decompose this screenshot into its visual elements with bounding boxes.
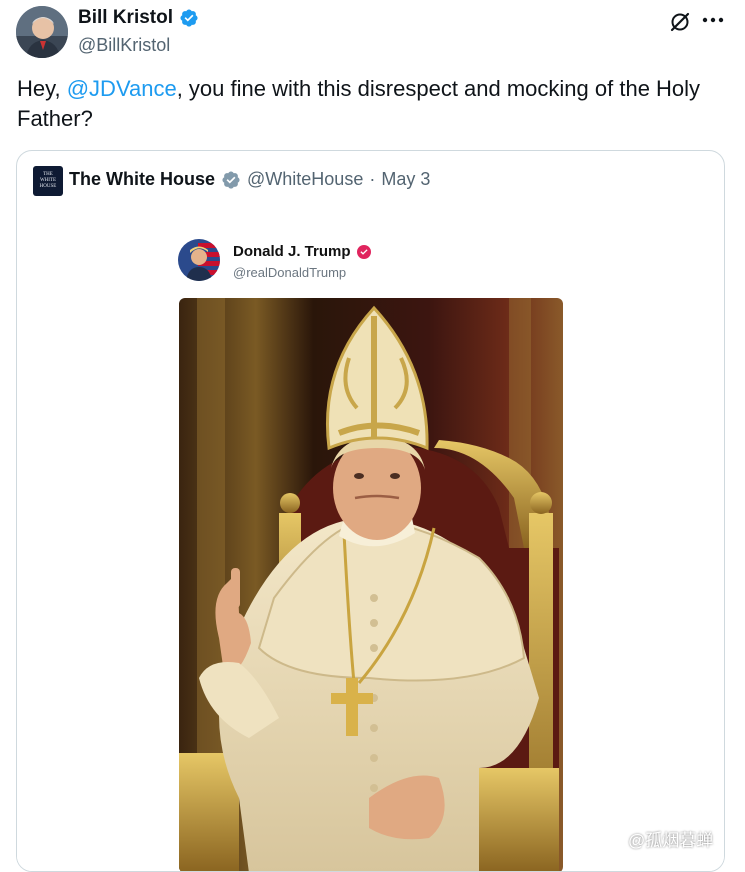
grok-icon[interactable] [668,10,692,34]
watermark: @孤烟暮蝉 [604,826,713,851]
quoted-tweet-card[interactable]: THE WHITE HOUSE The White House @WhiteHo… [16,150,725,872]
verified-badge-icon [180,9,198,27]
watermark-text: @孤烟暮蝉 [628,831,714,850]
person-avatar-icon [16,6,68,58]
embedded-name-row: Donald J. Trump [233,243,372,260]
embedded-media[interactable]: Donald J. Trump @realDonaldTrump [17,223,724,871]
separator-dot: · [369,169,376,189]
quoted-display-name[interactable]: The White House [69,169,215,190]
quoted-header: The White House @WhiteHouse · May 3 [69,169,430,190]
quoted-handle[interactable]: @WhiteHouse [247,169,363,190]
quoted-date[interactable]: May 3 [381,169,430,190]
white-house-avatar[interactable]: THE WHITE HOUSE [33,166,63,196]
tweet-text: Hey, @JDVance, you fine with this disres… [17,74,717,134]
pope-portrait-image [179,298,563,871]
author-name-row: Bill Kristol [78,7,199,29]
gray-verified-badge-icon [222,170,240,189]
tweet: Bill Kristol @BillKristol Hey, @JDVance,… [0,0,745,872]
tweet-text-before: Hey, [17,76,67,101]
trump-avatar [178,239,220,281]
author-avatar[interactable] [16,6,68,58]
more-options-icon[interactable] [700,8,726,32]
mention-link[interactable]: @JDVance [67,76,177,101]
author-display-name[interactable]: Bill Kristol [78,7,173,29]
pink-verified-badge-icon [356,244,371,259]
avatar-text-line: HOUSE [39,184,57,189]
embedded-display-name: Donald J. Trump [233,243,351,260]
weibo-icon [604,831,623,847]
author-handle[interactable]: @BillKristol [78,35,170,56]
embedded-handle: @realDonaldTrump [233,265,347,280]
